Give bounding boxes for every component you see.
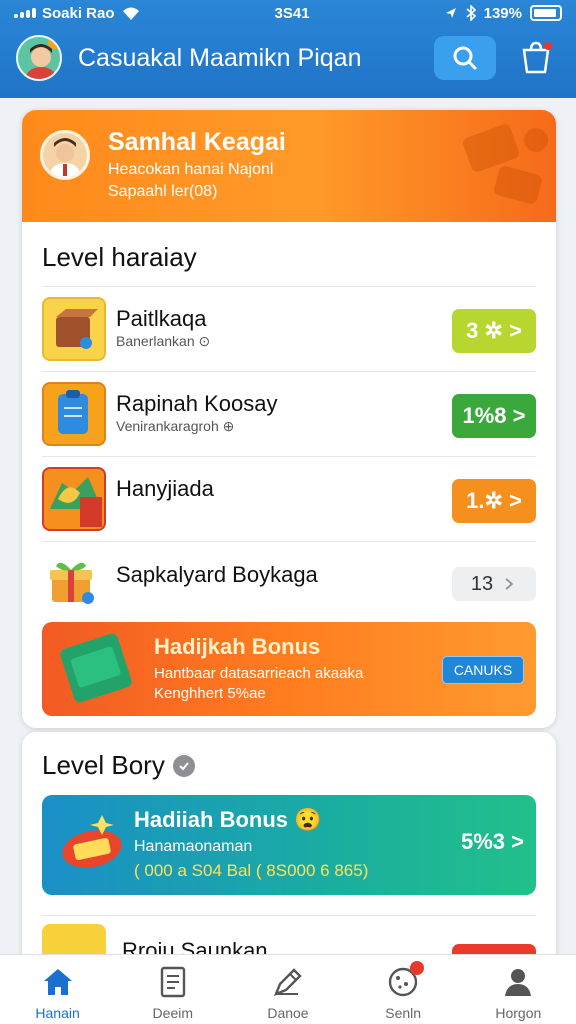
bonus-banner[interactable]: Hadiiah Bonus 😧 Hanamaonaman ( 000 a S04… [42,795,536,895]
promo-button[interactable]: CANUKS [442,656,524,684]
item-subtitle: Venirankaragroh ⊕ [116,418,235,434]
pen-icon [271,965,305,999]
nav-item-pen[interactable]: Danoe [230,955,345,1024]
map-icon [42,467,106,531]
nav-label: Senln [385,1005,422,1021]
value-pill[interactable]: 13 [452,567,536,601]
promo-title: Hadijkah Bonus [154,634,321,659]
profile-name: Samhal Keagai [108,128,286,156]
app-header: Casuakal Maamikn Piqan [0,30,576,92]
top-bar: Soaki Rao 3S41 139% Casuakal Maamikn Piq… [0,0,576,98]
bonus-title-label: Hadiiah Bonus [134,807,289,832]
emoji-icon: 😧 [294,807,322,832]
item-title: Hanyjiada [116,476,214,501]
bonus-value[interactable]: 5%3 > [461,829,524,855]
value-pill[interactable]: 1.✲ > [452,479,536,523]
bonus-title: Hadiiah Bonus 😧 [134,807,321,833]
nav-item-home[interactable]: Hanain [0,955,115,1024]
value-pill[interactable]: 3 ✲ > [452,309,536,353]
item-title: Paitlkaqa [116,306,207,331]
item-title: Sapkalyard Boykaga [116,562,318,587]
promo-description: Hantbaar datasarrieach akaaka [154,665,364,682]
search-icon [453,46,477,70]
ticket-icon [60,633,132,703]
app-title: Casuakal Maamikn Piqan [78,44,362,72]
bonus-subtitle: Hanamaonaman [134,838,253,855]
cart-button[interactable] [512,36,560,80]
list-item[interactable]: Hanyjiada 1.✲ > [42,456,536,541]
status-bar: Soaki Rao 3S41 139% [0,0,576,26]
status-time: 3S41 [274,4,310,22]
notification-badge [410,961,425,975]
user-avatar[interactable] [16,35,62,81]
item-subtitle: Banerlankan ⊙ [116,333,211,349]
crate-icon [42,297,106,361]
bonus-section-title: Level Bory [42,750,195,781]
value-pill[interactable]: 1%8 > [452,394,536,438]
coupon-icon [62,815,122,868]
bonus-section-label: Level Bory [42,750,165,780]
nav-item-profile[interactable]: Horgon [461,955,576,1024]
profile-subtitle: Heacokan hanai Najonl [108,161,274,178]
list-item[interactable]: Paitlkaqa Banerlankan ⊙ 3 ✲ > [42,286,536,371]
nav-label: Danoe [267,1005,309,1021]
clipboard-icon [42,382,106,446]
cookie-icon [386,961,425,999]
list-item[interactable]: Rapinah Koosay Venirankaragroh ⊕ 1%8 > [42,371,536,456]
profile-banner[interactable]: Samhal Keagai Heacokan hanai Najonl Sapa… [22,110,556,222]
carrier-label: Soaki Rao [42,4,115,22]
bonus-card: Level Bory Hadiiah Bonus 😧 Hanamaonaman … [22,732,556,992]
home-icon [41,965,75,999]
promo-detail: Kenghhert 5%ae [154,685,266,702]
signal-icon [14,8,36,18]
nav-item-cookie[interactable]: Senln [346,955,461,1024]
main-card: Samhal Keagai Heacokan hanai Najonl Sapa… [22,110,556,728]
decorative-pattern-icon [463,124,548,204]
nav-label: Deeim [152,1005,194,1021]
cart-icon [522,41,552,74]
battery-percent: 139% [483,4,522,22]
battery-icon [529,5,562,21]
nav-item-document[interactable]: Deeim [115,955,230,1024]
document-icon [156,965,190,999]
item-title: Rapinah Koosay [116,391,278,416]
promo-banner[interactable]: Hadijkah Bonus Hantbaar datasarrieach ak… [42,622,536,716]
value-label: 13 [470,572,494,595]
check-icon [172,754,195,777]
level-section-title: Level haraiay [42,242,197,272]
bluetooth-icon [466,5,476,21]
bonus-detail: ( 000 a S04 Bal ( 8S000 6 865) [134,861,369,880]
chevron-right-icon [505,578,514,590]
notification-badge [48,37,60,49]
wifi-icon [122,7,139,20]
search-button[interactable] [434,36,496,80]
profile-icon [501,965,535,999]
nav-label: Hanain [35,1005,80,1021]
bottom-nav: Hanain Deeim Danoe Senln Horgon [0,954,576,1024]
nav-label: Horgon [495,1005,542,1021]
profile-detail: Sapaahl ler(08) [108,183,218,200]
gift-box-icon [42,552,106,616]
person-icon [49,138,81,177]
nav-arrow-icon [445,8,456,18]
list-item[interactable]: Sapkalyard Boykaga 13 [42,541,536,626]
profile-avatar [40,130,90,180]
